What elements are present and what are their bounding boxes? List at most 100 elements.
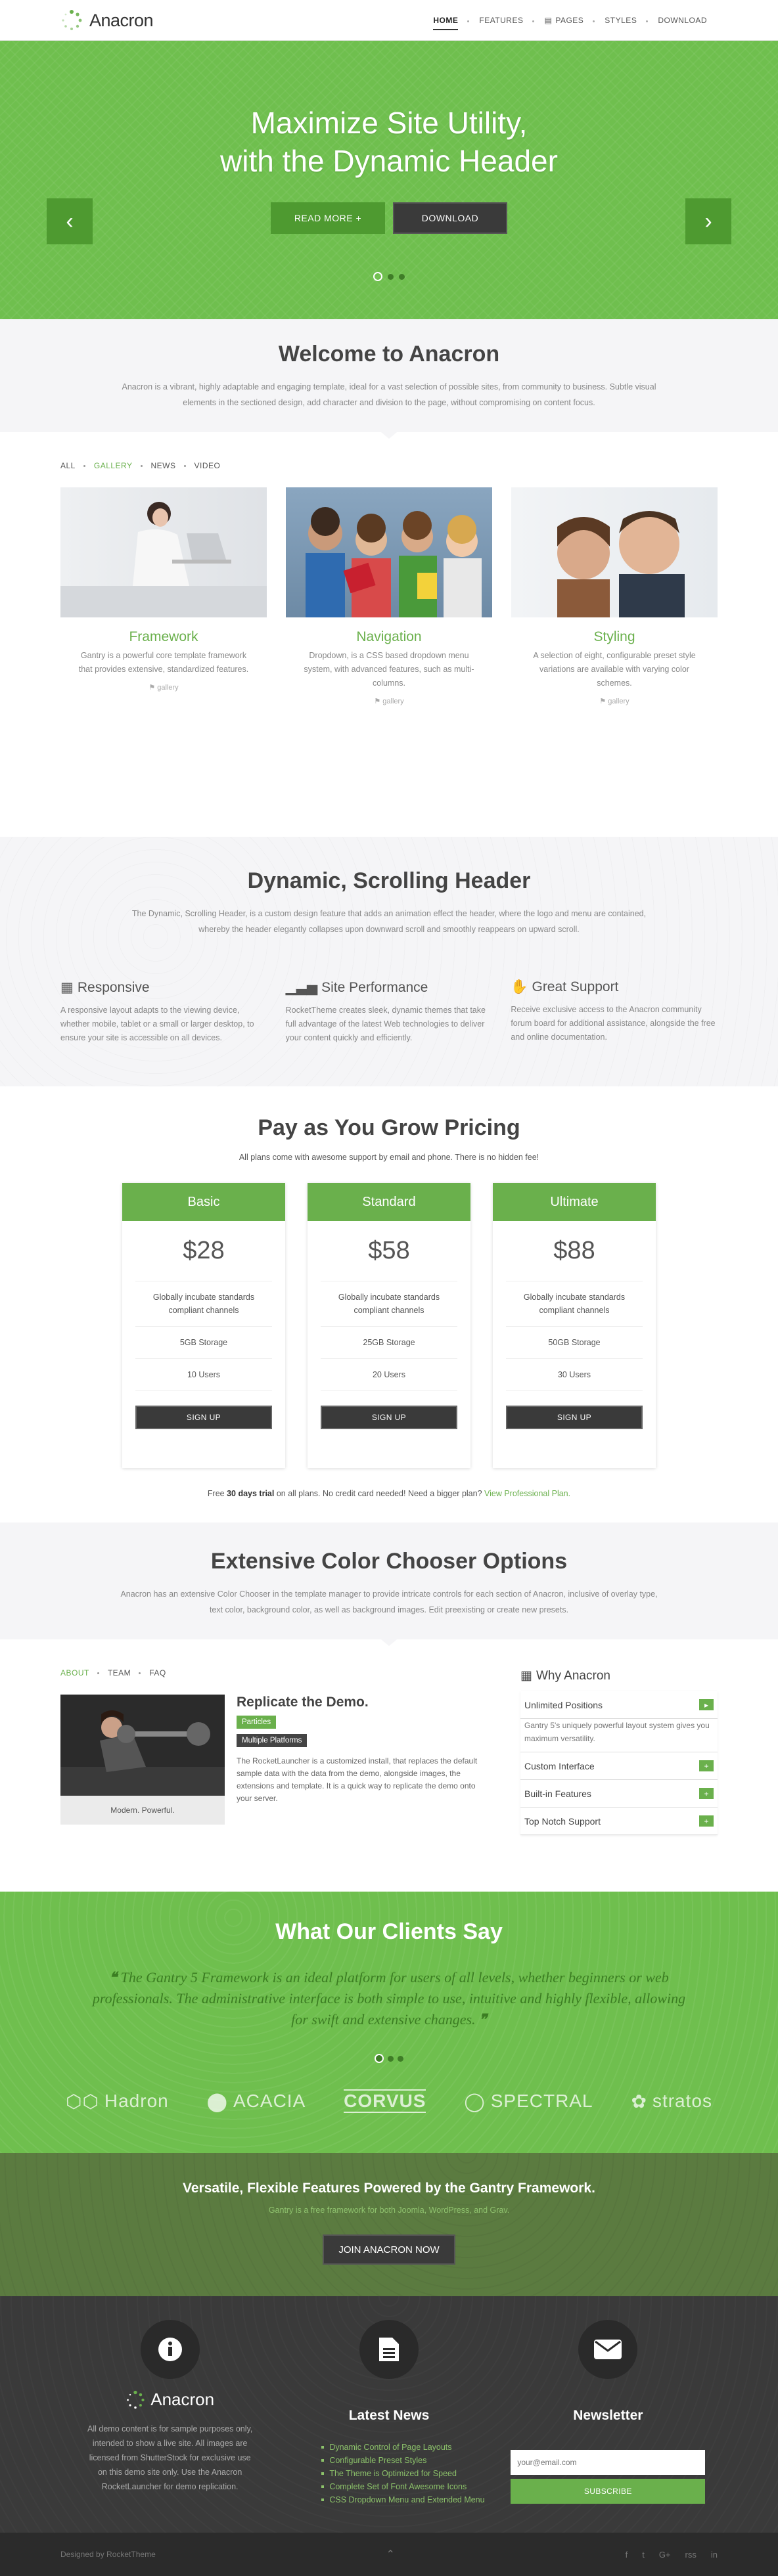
sitemap-icon: ▦ [520,1669,532,1683]
back-to-top-icon[interactable]: ⌃ [386,2548,394,2561]
quote-close-icon: ❞ [479,2011,487,2028]
next-slide-button[interactable]: › [685,198,731,244]
brand-logo[interactable]: Anacron [60,9,154,32]
accordion-item-custom-interface[interactable]: Custom Interface + [520,1752,718,1780]
tab-team[interactable]: TEAM [97,1668,140,1677]
couple-illustration [557,511,685,617]
about-content: Modern. Powerful. Replicate the Demo. Pa… [60,1695,481,1825]
about-image-card: Modern. Powerful. [60,1695,225,1825]
woman-laptop-illustration [60,502,267,617]
chooser-title: Extensive Color Chooser Options [210,1549,568,1574]
navigation-image[interactable] [286,487,492,617]
footer-newsletter: Newsletter SUBSCRIBE [499,2320,718,2506]
footnote-pre: Free [207,1489,227,1498]
google-plus-icon[interactable]: G+ [659,2550,671,2560]
styling-image[interactable] [511,487,718,617]
signal-icon: ▁▃▅ [285,980,318,995]
tab-all[interactable]: ALL [60,461,85,470]
nav-styles[interactable]: STYLES [593,11,647,30]
stratos-logo-label: stratos [652,2091,712,2111]
accordion-label: Unlimited Positions [524,1699,603,1710]
card-tag-label: gallery [382,698,404,705]
info-icon [140,2320,200,2379]
nav-home[interactable]: HOME [423,11,469,30]
welcome-text: Anacron is a vibrant, highly adaptable a… [122,382,656,407]
toggle-icon[interactable]: + [699,1815,714,1827]
acacia-logo[interactable]: ⬤ ACACIA [207,2091,306,2112]
card-title[interactable]: Styling [511,629,718,645]
rss-icon[interactable]: rss [685,2550,697,2560]
nav-pages[interactable]: ▤ PAGES [532,11,594,30]
footer-news: Latest News Dynamic Control of Page Layo… [279,2320,498,2506]
plan-feature: Globally incubate standards compliant ch… [506,1281,643,1327]
why-anacron-accordion: ▦ Why Anacron Unlimited Positions ▸ Gantr… [520,1668,718,1835]
gallery-section: ALL GALLERY NEWS VIDEO Framework Gantry … [0,432,778,837]
linkedin-icon[interactable]: in [711,2550,718,2560]
feature-item: ▁▃▅ Site Performance RocketTheme creates … [286,979,493,1045]
stratos-logo[interactable]: ✿ stratos [631,2091,712,2112]
prev-slide-button[interactable]: ‹ [47,198,93,244]
download-button[interactable]: DOWNLOAD [393,202,507,234]
spectral-logo[interactable]: ◯ SPECTRAL [464,2091,593,2112]
news-item[interactable]: Dynamic Control of Page Layouts [321,2441,498,2454]
card-tag[interactable]: ⚑ gallery [511,697,718,705]
professional-plan-link[interactable]: View Professional Plan. [484,1489,570,1498]
twitter-icon[interactable]: t [642,2550,645,2560]
gallery-card: Framework Gantry is a powerful core temp… [60,487,267,705]
tab-gallery[interactable]: GALLERY [83,461,142,470]
acacia-logo-label: ACACIA [233,2091,306,2111]
card-title[interactable]: Framework [60,629,267,645]
designed-by-link[interactable]: Designed by RocketTheme [60,2550,156,2559]
tab-news[interactable]: NEWS [140,461,185,470]
slide-dot-3[interactable] [399,273,405,280]
tab-about[interactable]: ABOUT [60,1668,99,1677]
card-title[interactable]: Navigation [286,629,492,645]
footer-logo[interactable]: Anacron [60,2389,279,2410]
subscribe-button[interactable]: SUBSCRIBE [511,2479,706,2504]
accordion-item-built-in-features[interactable]: Built-in Features + [520,1780,718,1808]
slide-dot-1[interactable] [373,272,382,281]
facebook-icon[interactable]: f [626,2550,628,2560]
framework-image[interactable] [60,487,267,617]
nav-features[interactable]: FEATURES [467,11,534,30]
accordion-item-top-notch-support[interactable]: Top Notch Support + [520,1808,718,1835]
sign-up-button[interactable]: SIGN UP [135,1406,272,1429]
news-item[interactable]: CSS Dropdown Menu and Extended Menu [321,2493,498,2506]
sign-up-button[interactable]: SIGN UP [321,1406,457,1429]
join-anacron-button[interactable]: JOIN ANACRON NOW [323,2234,455,2265]
feature-title-label: Great Support [532,979,619,994]
sign-up-button[interactable]: SIGN UP [506,1406,643,1429]
read-more-button[interactable]: READ MORE + [271,202,385,234]
corvus-logo[interactable]: CORVUS [344,2089,426,2113]
testimonial-dot-2[interactable] [388,2055,394,2062]
plan-users: 10 Users [135,1359,272,1391]
news-item[interactable]: The Theme is Optimized for Speed [321,2467,498,2480]
card-text: Dropdown, is a CSS based dropdown menu s… [304,651,474,688]
plan-basic: Basic $28 Globally incubate standards co… [122,1183,285,1468]
card-tag[interactable]: ⚑ gallery [286,697,492,705]
tab-video[interactable]: VIDEO [183,461,230,470]
feature-title: ▦ Responsive [60,979,267,996]
hadron-logo-label: Hadron [104,2091,169,2111]
testimonial-dot-3[interactable] [398,2055,403,2062]
hero-title-line1: Maximize Site Utility, [250,106,528,140]
gallery-grid: Framework Gantry is a powerful core temp… [60,487,718,705]
pricing-title: Pay as You Grow Pricing [258,1115,520,1140]
news-item[interactable]: Configurable Preset Styles [321,2454,498,2467]
card-tag[interactable]: ⚑ gallery [60,683,267,692]
toggle-icon[interactable]: ▸ [699,1699,714,1710]
feature-title: ▁▃▅ Site Performance [286,979,493,996]
nav-download[interactable]: DOWNLOAD [646,11,718,30]
accordion-item-unlimited-positions[interactable]: Unlimited Positions ▸ [520,1691,718,1719]
students-illustration [306,507,482,617]
toggle-icon[interactable]: + [699,1788,714,1799]
newsletter-email-input[interactable] [511,2450,706,2475]
about-text: The RocketLauncher is a customized insta… [237,1756,478,1803]
slide-dot-2[interactable] [388,273,394,280]
news-item[interactable]: Complete Set of Font Awesome Icons [321,2480,498,2493]
toggle-icon[interactable]: + [699,1760,714,1771]
testimonial-dot-1[interactable] [375,2054,384,2063]
chevron-right-icon: › [704,208,712,234]
tab-faq[interactable]: FAQ [139,1668,175,1677]
hadron-logo[interactable]: ⬡⬡ Hadron [66,2091,169,2112]
